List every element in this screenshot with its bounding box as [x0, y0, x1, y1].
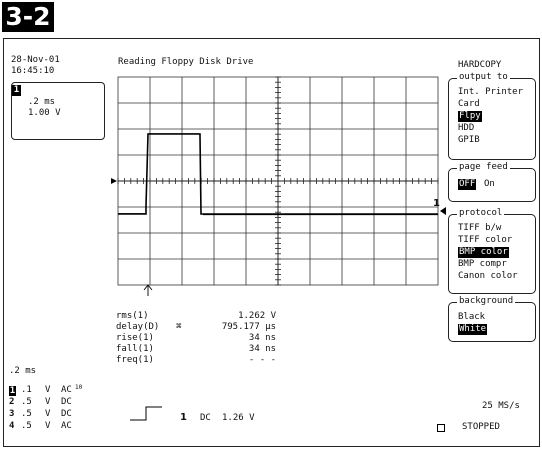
trigger-level: 1.26 V — [222, 413, 255, 423]
time-label: 16:45:10 — [11, 66, 55, 76]
channel-unit: V — [45, 409, 51, 419]
measurement-value: - - - — [248, 355, 276, 365]
channel-volts: .5 — [21, 397, 32, 407]
output-card[interactable]: Card — [458, 99, 480, 110]
protocol-tiff-color[interactable]: TIFF color — [458, 235, 512, 246]
measurement-value: 1.262 V — [238, 311, 276, 321]
page-feed-title: page feed — [457, 162, 510, 173]
measurement-label: rms(1) — [116, 311, 149, 321]
channel-number: 1 — [9, 386, 16, 396]
output-to-title: output to — [457, 72, 510, 83]
output-to-group: output to Int. Printer Card Flpy HDD GPI… — [448, 72, 536, 160]
measurement-flag-icon: ⌘ — [176, 322, 182, 332]
channel-coupling: DC — [61, 397, 72, 407]
menu-title: HARDCOPY — [458, 60, 502, 70]
protocol-bmp-color[interactable]: BMP color — [458, 247, 509, 258]
protocol-canon-color[interactable]: Canon color — [458, 271, 518, 282]
bandwidth-limit-label: 10 — [75, 384, 83, 391]
page-feed-off[interactable]: OFF — [458, 179, 477, 190]
channel-row[interactable]: 2 .5 V DC — [9, 397, 109, 409]
measurement-label: rise(1) — [116, 333, 154, 343]
channel-number: 2 — [9, 397, 15, 407]
protocol-title: protocol — [457, 208, 505, 219]
trace-timebase: .2 ms — [28, 97, 56, 107]
channel-number: 4 — [9, 421, 15, 431]
trigger-source: 1 — [180, 412, 187, 423]
protocol-bmp-compr[interactable]: BMP compr — [458, 259, 507, 270]
channel-volts: .5 — [21, 421, 32, 431]
output-hdd[interactable]: HDD — [458, 123, 474, 134]
date-label: 28-Nov-01 — [11, 55, 60, 65]
channel-volts: .5 — [21, 409, 32, 419]
background-group: background Black White — [448, 296, 536, 342]
trigger-time-marker — [111, 178, 117, 184]
channel-row[interactable]: 4 .5 V AC — [9, 421, 109, 433]
channel-row[interactable]: 1 .1 V AC 10 — [9, 384, 109, 397]
trigger-coupling: DC — [200, 413, 211, 423]
sample-rate: 25 MS/s — [482, 401, 520, 411]
channel-row[interactable]: 3 .5 V DC — [9, 409, 109, 421]
measurement-row: rms(1) 1.262 V — [116, 311, 276, 322]
channel-badge: 1 — [12, 85, 21, 96]
measurement-label: fall(1) — [116, 344, 154, 354]
measurement-row: freq(1) - - - — [116, 355, 276, 366]
channel-list: 1 .1 V AC 10 2 .5 V DC 3 .5 V DC 4 .5 V … — [9, 384, 109, 433]
acquisition-status-icon — [437, 424, 445, 432]
trace-descriptor-box[interactable]: 1 .2 ms 1.00 V — [11, 82, 105, 140]
trace-title: Reading Floppy Disk Drive — [118, 57, 254, 67]
background-title: background — [457, 296, 516, 307]
trace-volts: 1.00 V — [28, 108, 61, 118]
channel-unit: V — [45, 397, 51, 407]
protocol-group: protocol TIFF b/w TIFF color BMP color B… — [448, 208, 536, 294]
page-feed-group: page feed OFF On — [448, 162, 536, 202]
output-int-printer[interactable]: Int. Printer — [458, 87, 523, 98]
figure-label: 3-2 — [2, 2, 54, 32]
channel-number: 3 — [9, 409, 15, 419]
page-feed-on[interactable]: On — [484, 179, 495, 190]
channel-unit: V — [45, 421, 51, 431]
acquisition-status: STOPPED — [462, 422, 500, 432]
output-flpy[interactable]: Flpy — [458, 111, 482, 122]
measurement-label: freq(1) — [116, 355, 154, 365]
channel-volts: .1 — [21, 385, 32, 395]
channel-coupling: AC — [61, 421, 72, 431]
channel-coupling: AC — [61, 385, 72, 395]
waveform-grid[interactable] — [108, 74, 448, 306]
measurement-row: fall(1) 34 ns — [116, 344, 276, 355]
measurement-row: rise(1) 34 ns — [116, 333, 276, 344]
trigger-edge-icon — [130, 406, 162, 421]
measurement-value: 34 ns — [248, 333, 276, 343]
timebase-label: .2 ms — [9, 366, 37, 376]
measurement-value: 795.177 μs — [221, 322, 276, 332]
background-white[interactable]: White — [458, 324, 488, 335]
output-gpib[interactable]: GPIB — [458, 135, 480, 146]
protocol-tiff-bw[interactable]: TIFF b/w — [458, 223, 501, 234]
trace-level-marker — [440, 207, 446, 215]
channel-1-marker: 1 — [433, 198, 440, 209]
measurements-panel: rms(1) 1.262 V delay(D) ⌘ 795.177 μs ris… — [116, 311, 276, 366]
measurement-label: delay(D) — [116, 322, 160, 332]
measurement-value: 34 ns — [248, 344, 276, 354]
measurement-row: delay(D) ⌘ 795.177 μs — [116, 322, 276, 333]
channel-coupling: DC — [61, 409, 72, 419]
background-black[interactable]: Black — [458, 312, 485, 323]
channel-unit: V — [45, 385, 51, 395]
